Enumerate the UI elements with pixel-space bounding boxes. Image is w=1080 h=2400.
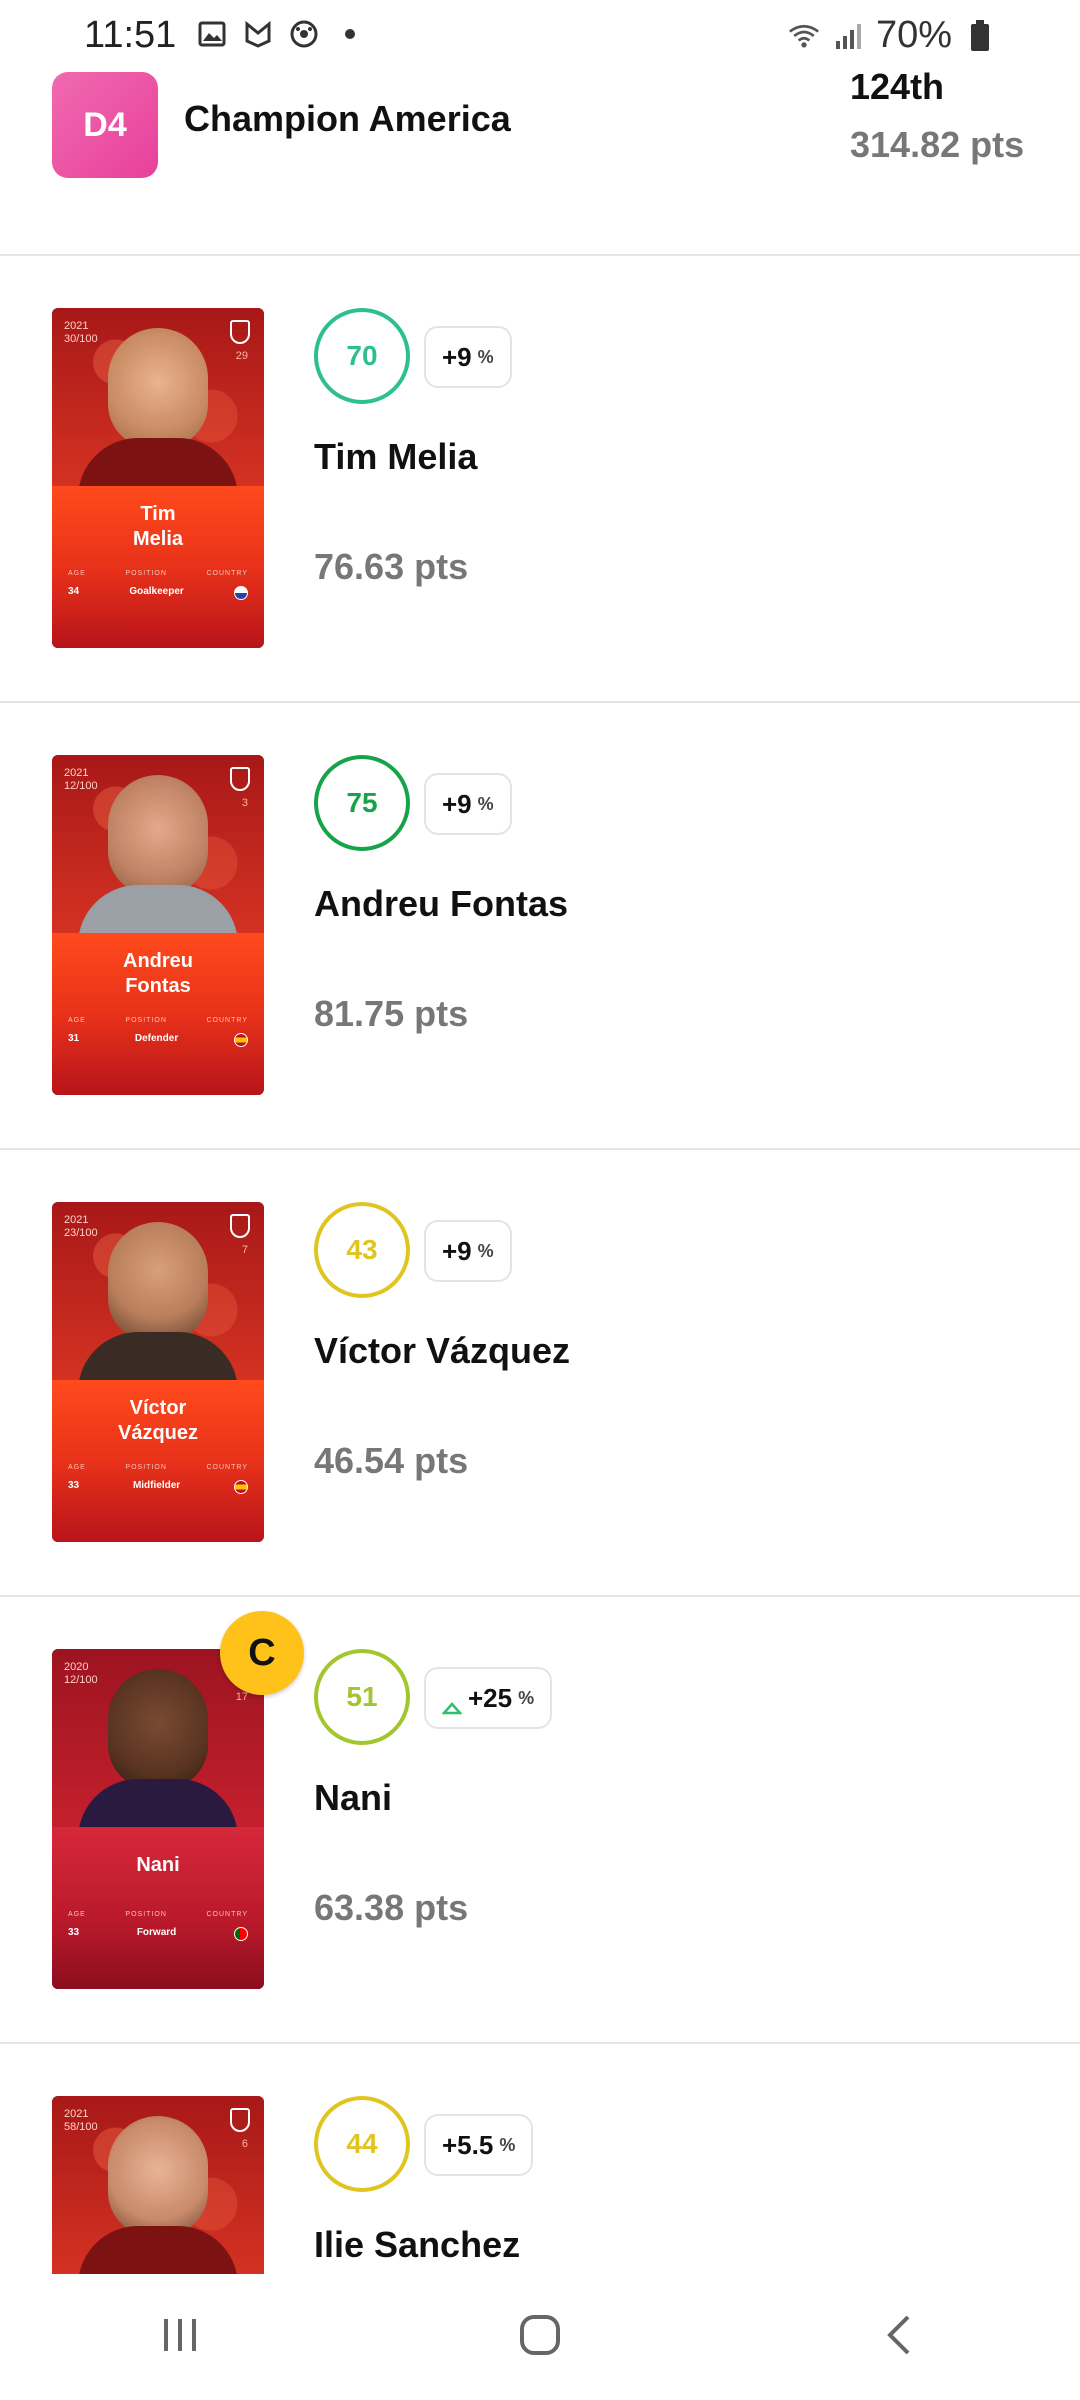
division-badge: D4	[52, 72, 158, 178]
card-player-name: Andreu Fontas	[123, 950, 193, 997]
home-icon	[516, 2311, 564, 2364]
player-row[interactable]: 2021 30/100 29 Tim Melia AGE POSITION COUNTR…	[0, 256, 1080, 703]
status-time: 11:51	[84, 14, 177, 56]
card-jersey-number: 29	[235, 350, 248, 362]
captain-badge: C	[220, 1611, 304, 1695]
club-crest-icon	[230, 320, 250, 344]
signal-icon	[832, 20, 864, 52]
player-list: 2021 30/100 29 Tim Melia AGE POSITION COUNTR…	[0, 256, 1080, 2400]
player-score: 44	[314, 2096, 410, 2192]
bonus-pill: +25%	[424, 1667, 553, 1729]
bonus-pill: +9%	[424, 773, 512, 835]
bonus-pill: +9%	[424, 326, 512, 388]
battery-icon	[964, 19, 996, 52]
flag-spain-icon	[233, 1480, 248, 1494]
player-face	[108, 2116, 208, 2236]
card-edition: 2021 23/100	[64, 1214, 98, 1239]
club-crest-icon	[230, 767, 250, 791]
player-row[interactable]: 2021 12/100 3 Andreu Fontas AGE POSITION COU…	[0, 703, 1080, 1150]
league-name: Champion America	[184, 98, 511, 139]
card-jersey-number: 6	[241, 2138, 248, 2150]
system-nav-bar	[0, 2274, 1080, 2400]
wifi-icon	[788, 20, 820, 52]
card-jersey-number: 3	[241, 797, 248, 809]
total-points: 314.82 pts	[850, 124, 1025, 165]
player-name: Ilie Sanchez	[314, 2224, 521, 2265]
card-edition: 2020 12/100	[64, 1661, 98, 1686]
league-rank: 124th	[850, 66, 945, 107]
flag-usa-icon	[233, 586, 248, 600]
trend-up-icon	[441, 1691, 463, 1715]
back-button[interactable]	[840, 2297, 960, 2377]
recents-icon	[158, 2313, 202, 2362]
player-row[interactable]: C 2020 12/100 17 Nani AGE POSITION COUNTRY …	[0, 1597, 1080, 2044]
status-notification-icons	[196, 18, 366, 50]
player-card[interactable]: 2020 12/100 17 Nani AGE POSITION COUNTRY 33…	[52, 1649, 264, 1989]
player-card[interactable]: 2021 30/100 29 Tim Melia AGE POSITION COUNTR…	[52, 308, 264, 648]
player-score: 70	[314, 308, 410, 404]
card-jersey-number: 17	[235, 1691, 248, 1703]
player-card[interactable]: 2021 23/100 7 Víctor Vázquez AGE POSITION CO…	[52, 1202, 264, 1542]
card-player-name: Víctor Vázquez	[117, 1397, 199, 1444]
flag-spain-icon	[233, 1033, 248, 1047]
card-edition: 2021 12/100	[64, 767, 98, 792]
battery-percent: 70%	[875, 14, 952, 56]
player-name: Andreu Fontas	[314, 883, 569, 924]
recents-button[interactable]	[120, 2297, 240, 2377]
card-stat-values: 31 Defender	[68, 1033, 248, 1047]
card-stat-labels: AGE POSITION COUNTRY	[68, 570, 248, 577]
back-icon	[880, 2313, 920, 2362]
player-points: 76.63 pts	[314, 546, 469, 587]
flag-portugal-icon	[233, 1927, 248, 1941]
image-icon	[196, 18, 228, 50]
club-crest-icon	[230, 2108, 250, 2132]
card-stat-values: 33 Midfielder	[68, 1480, 248, 1494]
card-stat-labels: AGE POSITION COUNTRY	[68, 1911, 248, 1918]
soccer-ball-icon	[288, 18, 320, 50]
card-stat-values: 33 Forward	[68, 1927, 248, 1941]
player-name: Tim Melia	[314, 436, 478, 477]
nfc-icon	[242, 18, 274, 50]
card-player-name: Tim Melia	[132, 503, 184, 550]
player-name: Víctor Vázquez	[314, 1330, 571, 1371]
card-stat-values: 34 Goalkeeper	[68, 586, 248, 600]
player-points: 63.38 pts	[314, 1887, 469, 1928]
player-row[interactable]: 2021 23/100 7 Víctor Vázquez AGE POSITION CO…	[0, 1150, 1080, 1597]
card-edition: 2021 58/100	[64, 2108, 98, 2133]
player-face	[108, 775, 208, 895]
club-crest-icon	[230, 1214, 250, 1238]
dot-icon	[334, 18, 366, 50]
home-button[interactable]	[480, 2297, 600, 2377]
league-header: D4 Champion America 124th 314.82 pts	[0, 60, 1080, 256]
player-score: 75	[314, 755, 410, 851]
player-card[interactable]: 2021 12/100 3 Andreu Fontas AGE POSITION COU…	[52, 755, 264, 1095]
player-score: 51	[314, 1649, 410, 1745]
player-score: 43	[314, 1202, 410, 1298]
card-jersey-number: 7	[241, 1244, 248, 1256]
bonus-pill: +5.5%	[424, 2114, 534, 2176]
card-edition: 2021 30/100	[64, 320, 98, 345]
card-stat-labels: AGE POSITION COUNTRY	[68, 1017, 248, 1024]
card-player-name: Nani	[136, 1854, 180, 1876]
player-points: 46.54 pts	[314, 1440, 469, 1481]
bonus-pill: +9%	[424, 1220, 512, 1282]
player-face	[108, 1222, 208, 1342]
player-face	[108, 1669, 208, 1789]
player-name: Nani	[314, 1777, 393, 1818]
player-face	[108, 328, 208, 448]
player-points: 81.75 pts	[314, 993, 469, 1034]
status-system-icons: 70%	[788, 14, 996, 57]
card-stat-labels: AGE POSITION COUNTRY	[68, 1464, 248, 1471]
